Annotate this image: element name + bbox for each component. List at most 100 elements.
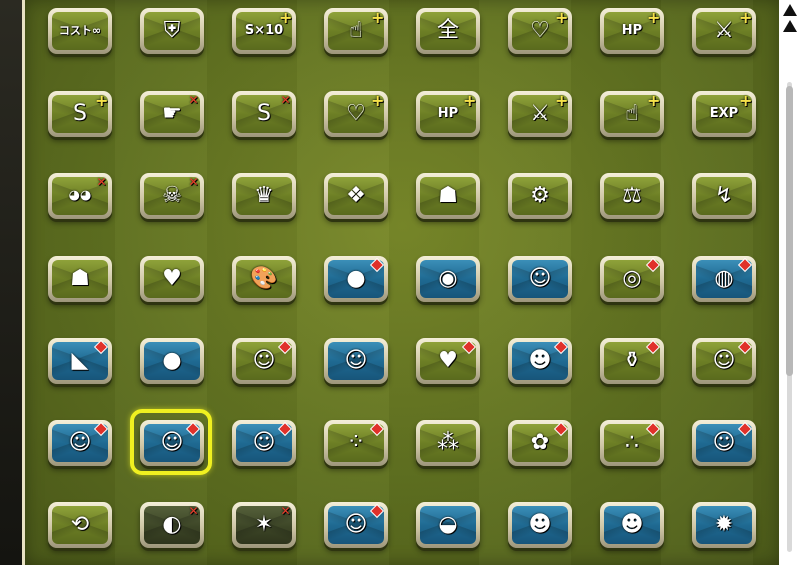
scrollbar[interactable] xyxy=(779,0,800,565)
dragon-icon: ❖ xyxy=(346,183,366,208)
cross-icon: ✕ xyxy=(280,93,291,107)
character-white-hair-icon: ☺ xyxy=(344,348,368,373)
ring-icon: ◎ xyxy=(622,266,642,291)
gimmick-badge[interactable]: ☺ xyxy=(692,338,756,384)
gimmick-badge[interactable]: ◉ xyxy=(416,256,480,302)
gimmick-badge[interactable]: ☺ xyxy=(508,256,572,302)
potion-icon: ⚱ xyxy=(622,348,642,373)
gimmick-badge[interactable]: ☗ xyxy=(416,173,480,219)
gimmick-icon-panel xyxy=(22,0,781,565)
character-dark-hair-icon: ☻ xyxy=(528,348,552,373)
orb-row-icon: ∴ xyxy=(625,430,639,455)
gimmick-badge[interactable]: ⛨ xyxy=(140,8,204,54)
gimmick-badge[interactable]: S×10 + xyxy=(232,8,296,54)
selection-highlight xyxy=(130,409,212,475)
gimmick-badge[interactable]: ☺ xyxy=(324,502,388,548)
gimmick-badge[interactable]: HP + xyxy=(416,91,480,137)
plus-icon: + xyxy=(555,91,569,110)
racket-icon: ◍ xyxy=(714,266,734,291)
gimmick-badge[interactable]: ∴ xyxy=(600,420,664,466)
gimmick-badge[interactable]: ⚔ + xyxy=(508,91,572,137)
gimmick-badge[interactable]: HP + xyxy=(600,8,664,54)
gimmick-badge[interactable]: ♥ xyxy=(416,338,480,384)
green-slime-icon: ● xyxy=(346,266,366,291)
gimmick-badge[interactable]: ☻ xyxy=(600,502,664,548)
gimmick-badge[interactable]: ● xyxy=(140,338,204,384)
gimmick-badge[interactable]: コスト∞ xyxy=(48,8,112,54)
gimmick-badge[interactable]: EXP + xyxy=(692,91,756,137)
heart-card-icon: ♥ xyxy=(438,348,458,373)
gimmick-badge[interactable]: ⚔ + xyxy=(692,8,756,54)
cross-icon: ✕ xyxy=(188,504,199,518)
rainbow-shield-icon: ⛨ xyxy=(163,18,181,43)
gimmick-badge[interactable]: ◕◕ ✕ xyxy=(48,173,112,219)
gimmick-badge[interactable]: ☠ ✕ xyxy=(140,173,204,219)
gimmick-badge[interactable]: ☺ xyxy=(232,338,296,384)
gimmick-badge[interactable]: ☻ xyxy=(508,338,572,384)
gimmick-badge[interactable]: ☻ xyxy=(508,502,572,548)
character-green-spiky-icon: ☺ xyxy=(344,512,368,537)
character-blonde-icon: ☺ xyxy=(528,266,552,291)
gimmick-badge[interactable]: ❖ xyxy=(324,173,388,219)
gimmick-badge[interactable]: ● xyxy=(324,256,388,302)
cross-icon: ✕ xyxy=(188,175,199,189)
gimmick-badge[interactable]: ✿ xyxy=(508,420,572,466)
gimmick-badge[interactable]: 🎨 xyxy=(232,256,296,302)
crown-shield-icon: ♛ xyxy=(254,183,274,208)
orb-stack-icon: ⁂ xyxy=(437,430,459,455)
gimmick-badge[interactable]: ⁘ xyxy=(324,420,388,466)
gimmick-badge[interactable]: S ✕ xyxy=(232,91,296,137)
guard-shield-icon: ☗ xyxy=(70,266,90,291)
gimmick-badge[interactable]: ☺ xyxy=(324,338,388,384)
mouse-ears-icon: ● xyxy=(162,348,182,373)
gimmick-badge[interactable]: ⚖ xyxy=(600,173,664,219)
character-silver-hair-icon: ☺ xyxy=(712,348,736,373)
paint-palette-icon: 🎨 xyxy=(250,266,278,291)
pink-flower-icon: ✿ xyxy=(530,430,550,455)
gimmick-badge[interactable]: ☛ ✕ xyxy=(140,91,204,137)
gimmick-badge[interactable]: ♡ + xyxy=(508,8,572,54)
gimmick-badge[interactable]: ⚙ xyxy=(508,173,572,219)
gimmick-badge[interactable]: ☝ + xyxy=(600,91,664,137)
gimmick-badge[interactable]: ◍ xyxy=(692,256,756,302)
orb-grid-icon: ⁘ xyxy=(346,430,366,455)
plus-icon: + xyxy=(739,8,753,27)
scroll-thumb[interactable] xyxy=(786,86,793,376)
gimmick-badge[interactable]: S + xyxy=(48,91,112,137)
scroll-to-top-icon[interactable] xyxy=(781,4,798,44)
gimmick-badge[interactable]: ☝ + xyxy=(324,8,388,54)
gimmick-badge[interactable]: 全 xyxy=(416,8,480,54)
gimmick-badge[interactable]: ♥ xyxy=(140,256,204,302)
character-masked-hero-icon: ☻ xyxy=(620,512,644,537)
plus-icon: + xyxy=(739,91,753,110)
gimmick-badge[interactable]: ☺ xyxy=(232,420,296,466)
gimmick-badge[interactable]: ☺ xyxy=(692,420,756,466)
gimmick-badge[interactable]: ◣ xyxy=(48,338,112,384)
silver-mask-icon: ◒ xyxy=(438,512,458,537)
gimmick-badge[interactable]: ☗ xyxy=(48,256,112,302)
gimmick-badge[interactable]: ☺ xyxy=(48,420,112,466)
blue-slime-icon: ◉ xyxy=(438,266,458,291)
plus-icon: + xyxy=(371,8,385,27)
gimmick-badge[interactable]: ⚱ xyxy=(600,338,664,384)
gimmick-badge[interactable]: ◎ xyxy=(600,256,664,302)
gimmick-badge[interactable]: ♛ xyxy=(232,173,296,219)
all-shield-icon: 全 xyxy=(436,18,459,43)
gimmick-badge[interactable]: ✶ ✕ xyxy=(232,502,296,548)
plus-icon: + xyxy=(555,8,569,27)
balance-scale-icon: ⚖ xyxy=(622,183,642,208)
cross-icon: ✕ xyxy=(280,504,291,518)
character-silver-spiky-icon: ☺ xyxy=(712,430,736,455)
gimmick-badge[interactable]: ♡ + xyxy=(324,91,388,137)
gimmick-badge[interactable]: ⟲ xyxy=(48,502,112,548)
gimmick-badge[interactable]: ✹ xyxy=(692,502,756,548)
gimmick-badge[interactable]: ↯ xyxy=(692,173,756,219)
gimmick-badge[interactable]: ◐ ✕ xyxy=(140,502,204,548)
gimmick-badge[interactable]: ◒ xyxy=(416,502,480,548)
claw-icon: ↯ xyxy=(714,183,734,208)
character-white-cloak-icon: ☺ xyxy=(252,430,276,455)
heart-shield-icon: ♥ xyxy=(162,266,182,291)
plus-icon: + xyxy=(371,91,385,110)
plus-icon: + xyxy=(647,8,661,27)
gimmick-badge[interactable]: ⁂ xyxy=(416,420,480,466)
